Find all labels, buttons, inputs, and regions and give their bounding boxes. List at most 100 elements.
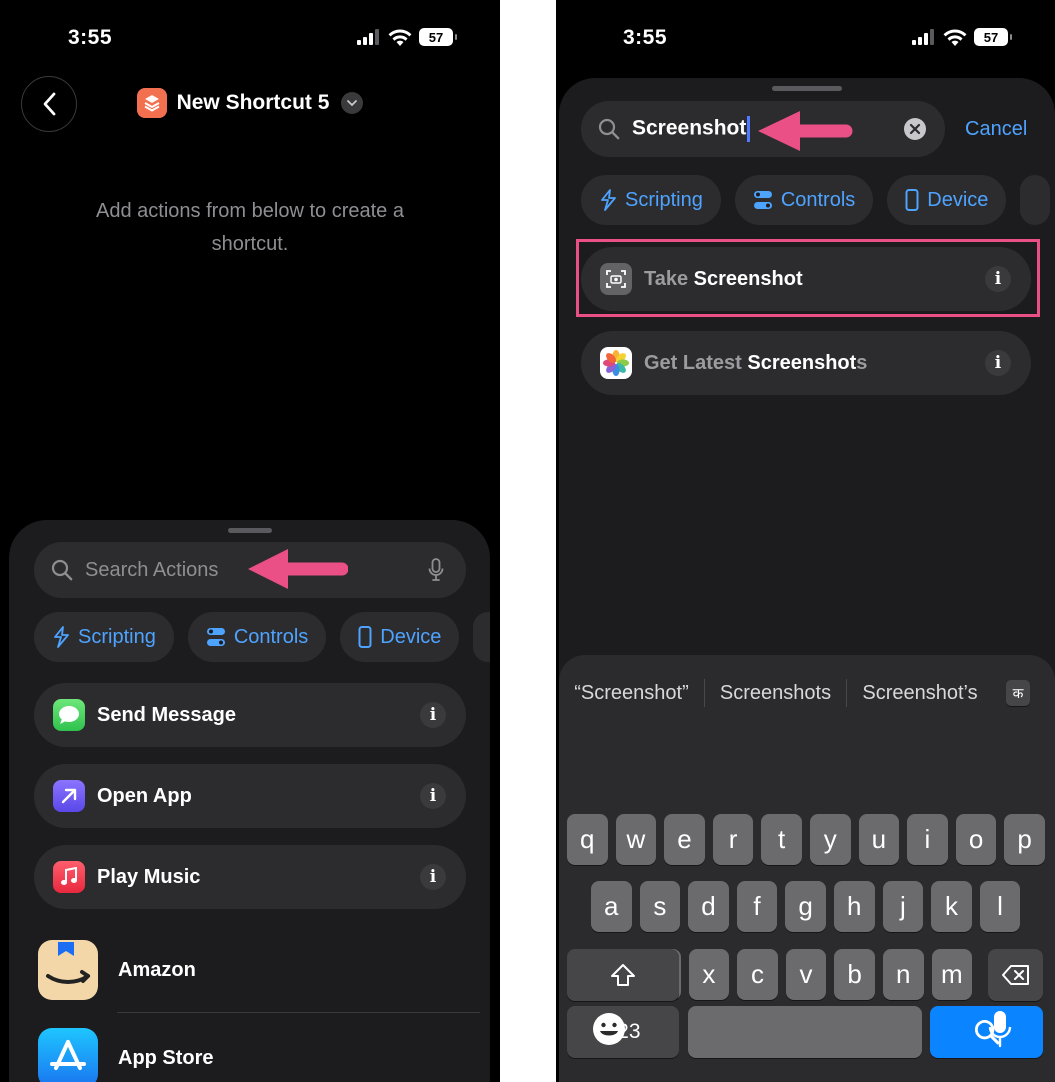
actions-sheet: Search Actions Scripting Controls Device…	[9, 520, 490, 1082]
suggestion-item[interactable]: Screenshots	[705, 682, 846, 705]
shift-icon	[611, 964, 635, 986]
language-key[interactable]: क	[1006, 680, 1030, 706]
backspace-icon	[1001, 965, 1029, 985]
key-x[interactable]: x	[688, 949, 730, 1000]
annotation-arrow	[248, 549, 348, 589]
key-m[interactable]: m	[931, 949, 973, 1000]
annotation-arrow	[758, 111, 853, 151]
key-b[interactable]: b	[834, 949, 875, 1000]
app-row-app-store[interactable]: App Store	[38, 1028, 214, 1082]
action-label: Send Message	[97, 703, 236, 726]
text-caret	[747, 116, 750, 142]
cellular-signal-icon	[912, 29, 934, 45]
category-chip-controls[interactable]: Controls	[187, 612, 327, 662]
key-f[interactable]: f	[736, 881, 778, 932]
scripting-icon	[54, 626, 69, 648]
search-icon	[51, 559, 73, 581]
app-label: App Store	[118, 1046, 214, 1069]
key-d[interactable]: d	[688, 881, 729, 932]
action-row-open-app[interactable]: Open App i	[34, 764, 466, 828]
sheet-grabber[interactable]	[227, 528, 272, 533]
result-label: Get Latest Screenshots	[644, 351, 868, 374]
status-icons: 57	[357, 28, 457, 46]
key-p[interactable]: p	[1004, 814, 1045, 865]
messages-icon	[53, 699, 85, 731]
right-screenshot: 3:55 57 Screenshot Cancel Scripting Cont…	[556, 0, 1055, 1082]
key-a[interactable]: a	[591, 881, 632, 932]
app-store-icon	[38, 1028, 98, 1082]
category-chip-device[interactable]: Device	[340, 612, 460, 662]
key-h[interactable]: h	[834, 881, 875, 932]
action-label: Open App	[97, 784, 192, 807]
category-chips: Scripting Controls Device	[581, 175, 1051, 225]
key-c[interactable]: c	[737, 949, 778, 1000]
category-chip-controls[interactable]: Controls	[734, 175, 874, 225]
info-icon[interactable]: i	[420, 864, 446, 890]
dictation-microphone-icon[interactable]	[988, 1010, 1012, 1048]
key-r[interactable]: r	[712, 814, 754, 865]
key-y[interactable]: y	[810, 814, 851, 865]
shift-key[interactable]	[567, 949, 679, 1001]
category-chip-more[interactable]	[1020, 175, 1051, 225]
key-g[interactable]: g	[785, 881, 826, 932]
key-o[interactable]: o	[955, 814, 997, 865]
info-icon[interactable]: i	[420, 702, 446, 728]
controls-icon	[753, 191, 772, 209]
cellular-signal-icon	[357, 29, 379, 45]
predictive-suggestions: “Screenshot” Screenshots Screenshot’s क	[559, 677, 1055, 709]
list-divider	[117, 1012, 480, 1013]
key-e[interactable]: e	[664, 814, 705, 865]
page-title: New Shortcut 5	[176, 91, 330, 114]
key-t[interactable]: t	[761, 814, 802, 865]
suggestion-item[interactable]: Screenshot’s	[847, 682, 993, 705]
cancel-button[interactable]: Cancel	[965, 118, 1027, 141]
delete-key[interactable]	[988, 949, 1043, 1001]
microphone-icon[interactable]	[428, 558, 444, 582]
device-icon	[905, 189, 919, 211]
result-row-get-latest-screenshots[interactable]: Get Latest Screenshots i	[581, 331, 1031, 395]
action-row-send-message[interactable]: Send Message i	[34, 683, 466, 747]
key-i[interactable]: i	[907, 814, 948, 865]
open-app-icon	[53, 780, 85, 812]
device-icon	[358, 626, 372, 648]
clear-search-icon[interactable]	[904, 118, 926, 140]
action-row-play-music[interactable]: Play Music i	[34, 845, 466, 909]
shortcuts-app-icon	[136, 88, 167, 118]
battery-indicator: 57	[974, 28, 1012, 46]
category-chip-device[interactable]: Device	[887, 175, 1007, 225]
category-chip-scripting[interactable]: Scripting	[581, 175, 721, 225]
status-time: 3:55	[623, 26, 668, 49]
sheet-grabber[interactable]	[772, 86, 842, 91]
wifi-icon	[943, 29, 967, 46]
amazon-icon	[38, 940, 98, 1000]
suggestion-item[interactable]: “Screenshot”	[559, 682, 704, 705]
photos-icon	[600, 347, 632, 379]
search-sheet: Screenshot Cancel Scripting Controls Dev…	[559, 78, 1055, 1082]
status-time: 3:55	[68, 26, 113, 49]
key-q[interactable]: q	[567, 814, 608, 865]
annotation-highlight-box	[576, 239, 1040, 317]
music-icon	[53, 861, 85, 893]
key-s[interactable]: s	[639, 881, 681, 932]
key-l[interactable]: l	[979, 881, 1021, 932]
app-row-amazon[interactable]: Amazon	[38, 940, 196, 1000]
key-v[interactable]: v	[785, 949, 827, 1000]
key-w[interactable]: w	[615, 814, 657, 865]
search-icon	[598, 118, 620, 140]
info-icon[interactable]: i	[985, 350, 1011, 376]
controls-icon	[206, 628, 225, 646]
key-n[interactable]: n	[883, 949, 924, 1000]
scripting-icon	[601, 189, 616, 211]
category-chip-scripting[interactable]: Scripting	[34, 612, 174, 662]
key-k[interactable]: k	[931, 881, 972, 932]
info-icon[interactable]: i	[420, 783, 446, 809]
emoji-icon[interactable]	[592, 1012, 626, 1046]
status-icons: 57	[912, 28, 1012, 46]
key-u[interactable]: u	[858, 814, 900, 865]
empty-state-text: Add actions from below to create a short…	[96, 200, 404, 255]
category-chip-more[interactable]	[473, 612, 490, 662]
chevron-down-icon	[341, 92, 364, 114]
app-label: Amazon	[118, 958, 196, 981]
shortcut-title-menu[interactable]: New Shortcut 5	[0, 88, 500, 118]
key-j[interactable]: j	[882, 881, 924, 932]
